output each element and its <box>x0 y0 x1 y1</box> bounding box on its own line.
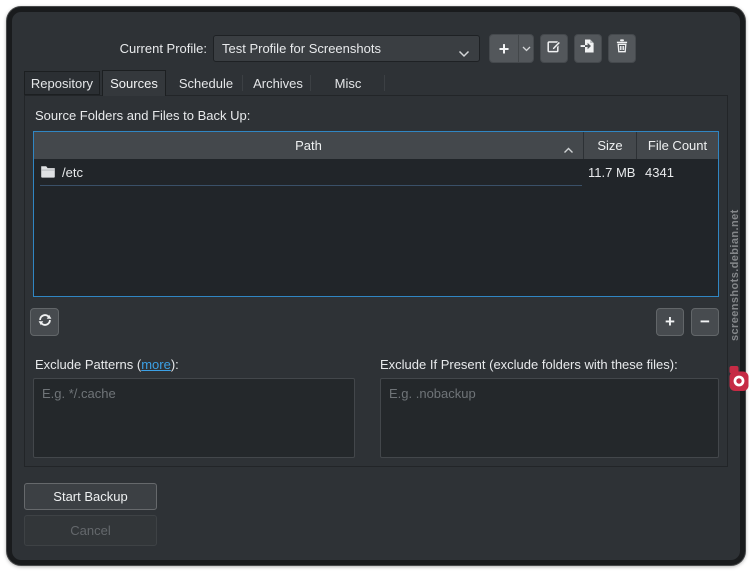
edit-icon <box>546 38 562 59</box>
row-underline <box>40 185 582 186</box>
column-header-path-label: Path <box>295 138 322 153</box>
column-header-path[interactable]: Path <box>34 132 584 159</box>
tab-misc[interactable]: Misc <box>314 71 382 95</box>
column-header-file-count-label: File Count <box>648 138 707 153</box>
row-file-count-cell: 4341 <box>637 165 718 180</box>
tab-repository[interactable]: Repository <box>24 71 100 95</box>
add-profile-menu-arrow[interactable] <box>519 35 533 62</box>
profile-combobox[interactable]: Test Profile for Screenshots <box>213 35 480 62</box>
chevron-down-icon <box>458 46 470 61</box>
rename-profile-button[interactable] <box>540 34 568 63</box>
table-header: Path Size File Count <box>34 132 718 159</box>
folder-icon <box>40 164 56 182</box>
row-size-cell: 11.7 MB <box>584 165 637 180</box>
profile-combobox-value: Test Profile for Screenshots <box>222 41 381 56</box>
current-profile-label: Current Profile: <box>60 41 207 56</box>
screenshot-page: Current Profile: Test Profile for Screen… <box>0 0 752 572</box>
column-header-size[interactable]: Size <box>584 132 637 159</box>
tab-sources-label: Sources <box>110 76 158 91</box>
watermark-text: screenshots.debian.net <box>729 182 747 368</box>
delete-profile-button[interactable] <box>608 34 636 63</box>
plus-icon[interactable]: + <box>490 35 518 62</box>
row-path-cell: /etc <box>34 164 584 182</box>
tab-schedule[interactable]: Schedule <box>170 71 242 95</box>
tab-separator <box>384 75 385 91</box>
row-path-value: /etc <box>62 165 83 180</box>
table-row[interactable]: /etc 11.7 MB 4341 <box>34 159 718 186</box>
start-backup-button[interactable]: Start Backup <box>24 483 157 510</box>
chevron-down-icon <box>522 46 531 52</box>
column-header-file-count[interactable]: File Count <box>637 132 718 159</box>
tab-sources[interactable]: Sources <box>102 70 166 96</box>
tab-separator <box>310 75 311 91</box>
cancel-button: Cancel <box>24 515 157 546</box>
sort-ascending-icon <box>563 142 574 157</box>
tab-separator <box>242 75 243 91</box>
tab-archives[interactable]: Archives <box>246 71 310 95</box>
source-folders-table[interactable]: Path Size File Count /etc <box>33 131 719 297</box>
column-header-size-label: Size <box>597 138 622 153</box>
tab-misc-label: Misc <box>335 76 362 91</box>
trash-icon <box>614 38 630 59</box>
tab-schedule-label: Schedule <box>179 76 233 91</box>
camera-icon <box>729 365 749 397</box>
export-profile-button[interactable] <box>574 34 602 63</box>
add-profile-split-button[interactable]: + <box>489 34 534 63</box>
tab-repository-label: Repository <box>31 76 93 91</box>
document-export-icon <box>580 38 596 59</box>
tab-archives-label: Archives <box>253 76 303 91</box>
